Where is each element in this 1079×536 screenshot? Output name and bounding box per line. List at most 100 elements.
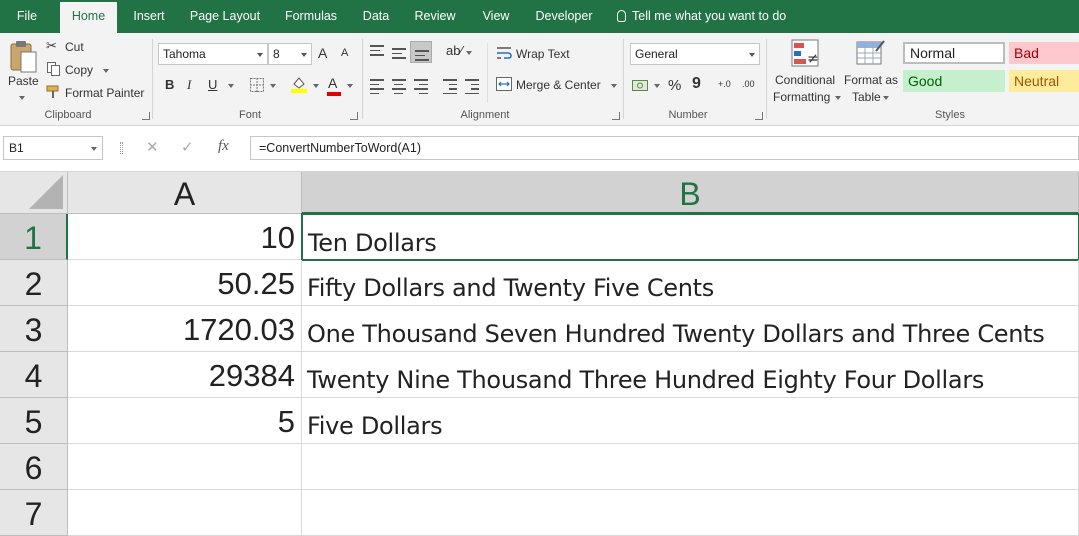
- format-painter-button[interactable]: Format Painter: [46, 84, 146, 102]
- name-box[interactable]: B1: [3, 136, 103, 160]
- style-normal[interactable]: Normal: [903, 42, 1005, 64]
- tab-page-layout[interactable]: Page Layout: [184, 0, 266, 33]
- column-header-b[interactable]: B: [302, 172, 1079, 214]
- svg-text:≠: ≠: [807, 51, 819, 67]
- cell-b1[interactable]: Ten Dollars: [301, 213, 1079, 261]
- tab-data[interactable]: Data: [355, 0, 397, 33]
- row-header-4[interactable]: 4: [0, 352, 68, 398]
- chevron-down-icon: [103, 69, 109, 73]
- cell-a1[interactable]: 10: [68, 214, 302, 260]
- comma-style-button[interactable]: 9: [692, 75, 701, 93]
- select-all-button[interactable]: [0, 172, 68, 214]
- alignment-launcher-icon[interactable]: [612, 112, 620, 120]
- row-header-3[interactable]: 3: [0, 306, 68, 352]
- tab-insert[interactable]: Insert: [124, 0, 174, 33]
- font-launcher-icon[interactable]: [350, 112, 358, 120]
- align-middle-icon[interactable]: [392, 48, 406, 62]
- align-left-icon[interactable]: [370, 79, 384, 97]
- chevron-down-icon: [835, 96, 841, 100]
- tell-me-search[interactable]: Tell me what you want to do: [617, 0, 786, 33]
- borders-icon[interactable]: [250, 78, 264, 92]
- cell-a6[interactable]: [68, 444, 302, 490]
- paste-button[interactable]: Paste: [4, 38, 40, 108]
- copy-button[interactable]: Copy: [46, 61, 116, 79]
- chevron-down-icon[interactable]: [654, 84, 660, 88]
- chevron-down-icon[interactable]: [228, 84, 234, 88]
- cut-button[interactable]: ✂ Cut: [46, 38, 106, 56]
- conditional-formatting-button[interactable]: ≠ Conditional Formatting: [771, 37, 841, 107]
- row-header-7[interactable]: 7: [0, 490, 68, 536]
- row-header-1[interactable]: 1: [0, 214, 68, 260]
- row-header-6[interactable]: 6: [0, 444, 68, 490]
- cell-b7[interactable]: [302, 490, 1079, 536]
- tab-home[interactable]: Home: [60, 2, 117, 33]
- group-label-styles: Styles: [935, 109, 965, 121]
- cell-a4[interactable]: 29384: [68, 352, 302, 398]
- style-good[interactable]: Good: [903, 70, 1005, 92]
- decrease-indent-icon[interactable]: [443, 79, 457, 97]
- merge-center-button[interactable]: Merge & Center: [496, 76, 621, 94]
- style-bad[interactable]: Bad: [1009, 42, 1079, 64]
- number-launcher-icon[interactable]: [755, 112, 763, 120]
- cell-a5[interactable]: 5: [68, 398, 302, 444]
- tab-developer[interactable]: Developer: [528, 0, 600, 33]
- decrease-decimal-button[interactable]: .00: [742, 79, 755, 89]
- align-right-icon[interactable]: [414, 79, 428, 97]
- align-bottom-button[interactable]: [410, 41, 432, 63]
- cell-a2[interactable]: 50.25: [68, 260, 302, 306]
- row-header-2[interactable]: 2: [0, 260, 68, 306]
- increase-indent-icon[interactable]: [465, 79, 479, 97]
- wrap-text-button[interactable]: Wrap Text: [496, 45, 586, 63]
- cell-b6[interactable]: [302, 444, 1079, 490]
- tab-view[interactable]: View: [474, 0, 518, 33]
- enter-icon[interactable]: ✓: [181, 138, 194, 156]
- formula-bar: B1 ✕ ✓ fx =ConvertNumberToWord(A1): [0, 126, 1079, 172]
- font-color-button[interactable]: A: [328, 75, 337, 91]
- cell-a7[interactable]: [68, 490, 302, 536]
- group-label-clipboard: Clipboard: [44, 109, 92, 121]
- format-as-table-button[interactable]: Format as Table: [843, 37, 899, 107]
- chevron-down-icon[interactable]: [466, 51, 472, 55]
- ribbon-home: Paste ✂ Cut Copy Format Painter Clipboar…: [0, 33, 1079, 126]
- orientation-icon[interactable]: ab⁄: [446, 43, 463, 58]
- cell-b4[interactable]: Twenty Nine Thousand Three Hundred Eight…: [302, 352, 1079, 398]
- accounting-format-icon[interactable]: [632, 79, 648, 93]
- chevron-down-icon[interactable]: [313, 84, 319, 88]
- number-format-select[interactable]: General: [630, 43, 760, 65]
- cancel-icon[interactable]: ✕: [146, 138, 159, 156]
- cell-a3[interactable]: 1720.03: [68, 306, 302, 352]
- style-neutral[interactable]: Neutral: [1009, 70, 1079, 92]
- cell-b3[interactable]: One Thousand Seven Hundred Twenty Dollar…: [302, 306, 1079, 352]
- row-header-5[interactable]: 5: [0, 398, 68, 444]
- cell-b2[interactable]: Fifty Dollars and Twenty Five Cents: [302, 260, 1079, 306]
- chevron-down-icon[interactable]: [270, 84, 276, 88]
- chevron-down-icon[interactable]: [347, 84, 353, 88]
- align-top-icon[interactable]: [370, 45, 384, 59]
- tab-file[interactable]: File: [6, 0, 48, 33]
- bold-button[interactable]: B: [165, 77, 174, 92]
- paintbrush-icon: [46, 85, 59, 98]
- clipboard-icon: [10, 41, 37, 73]
- italic-button[interactable]: I: [187, 77, 191, 93]
- formula-input[interactable]: =ConvertNumberToWord(A1): [250, 136, 1079, 160]
- insert-function-icon[interactable]: fx: [218, 138, 229, 155]
- percent-style-button[interactable]: %: [668, 77, 681, 94]
- font-name-select[interactable]: Tahoma: [158, 43, 268, 65]
- tab-formulas[interactable]: Formulas: [278, 0, 344, 33]
- splitter-handle[interactable]: [120, 142, 123, 154]
- increase-decimal-button[interactable]: +.0: [718, 79, 731, 89]
- group-label-font: Font: [238, 109, 261, 121]
- tab-review[interactable]: Review: [408, 0, 462, 33]
- column-header-a[interactable]: A: [68, 172, 302, 214]
- align-center-icon[interactable]: [392, 79, 406, 97]
- fill-color-icon[interactable]: [290, 75, 308, 93]
- clipboard-launcher-icon[interactable]: [142, 112, 150, 120]
- cell-b5[interactable]: Five Dollars: [302, 398, 1079, 444]
- table-icon: [856, 40, 885, 65]
- font-size-select[interactable]: 8: [268, 43, 312, 65]
- shrink-font-button[interactable]: A: [341, 47, 348, 59]
- chevron-down-icon: [611, 84, 617, 88]
- underline-button[interactable]: U: [208, 77, 217, 92]
- chevron-down-icon: [19, 96, 25, 100]
- grow-font-button[interactable]: A: [318, 45, 327, 61]
